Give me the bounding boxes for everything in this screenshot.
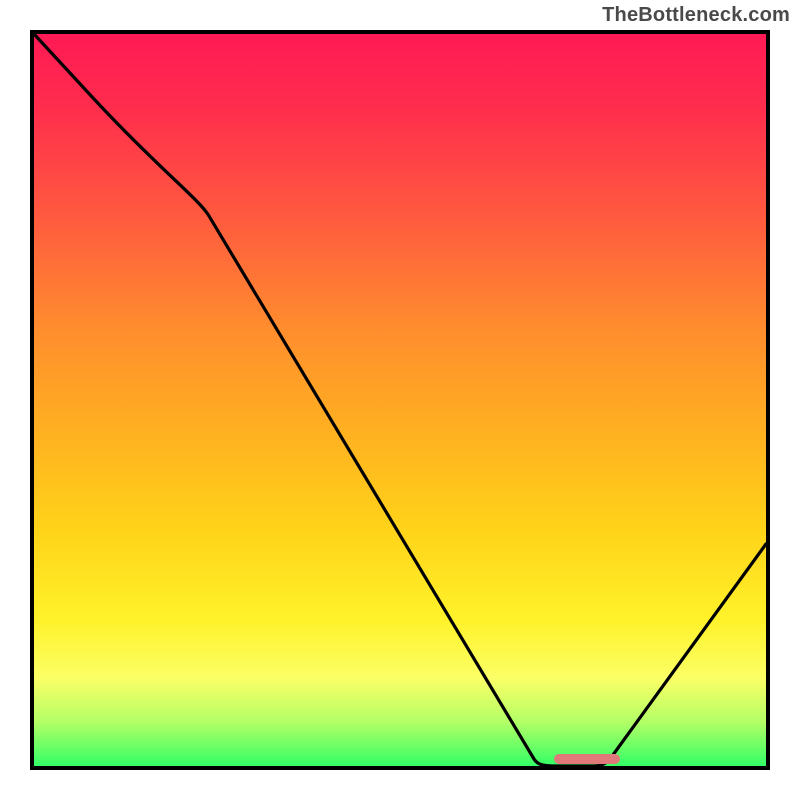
bottleneck-curve bbox=[34, 34, 766, 766]
watermark-text: TheBottleneck.com bbox=[602, 4, 790, 27]
optimal-range-marker bbox=[554, 754, 620, 764]
plot-area bbox=[30, 30, 770, 770]
curve-layer bbox=[34, 34, 766, 766]
bottleneck-chart: TheBottleneck.com bbox=[0, 0, 800, 800]
